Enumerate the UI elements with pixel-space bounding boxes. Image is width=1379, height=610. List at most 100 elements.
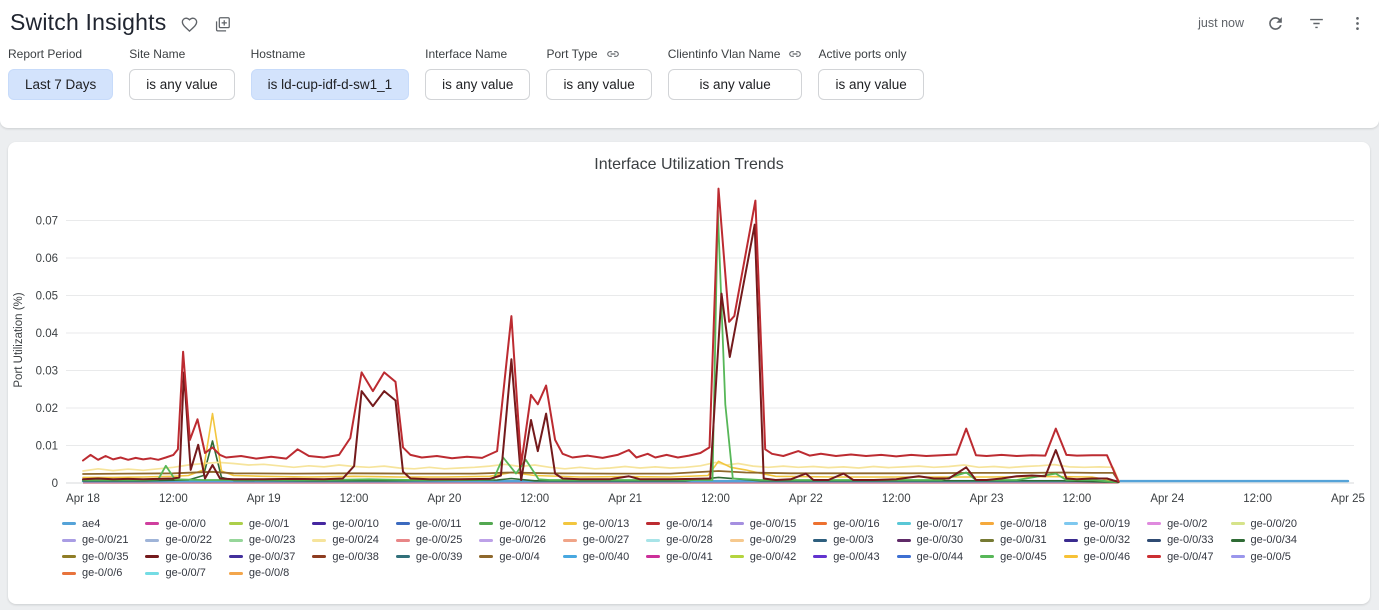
legend-item-ge-0-0-38[interactable]: ge-0/0/38 — [312, 549, 395, 565]
legend-item-ge-0-0-3[interactable]: ge-0/0/3 — [813, 533, 896, 549]
filter-chip-clientinfo-vlan-name[interactable]: is any value — [668, 69, 803, 100]
filter-label-text: Clientinfo Vlan Name — [668, 47, 781, 61]
legend-item-ge-0-0-26[interactable]: ge-0/0/26 — [479, 533, 562, 549]
legend-label: ge-0/0/44 — [917, 551, 963, 563]
legend-swatch — [980, 555, 994, 558]
legend-item-ge-0-0-30[interactable]: ge-0/0/30 — [897, 533, 980, 549]
legend-label: ge-0/0/13 — [583, 518, 629, 530]
legend-label: ge-0/0/23 — [249, 534, 295, 546]
filter-chip-active-ports-only[interactable]: is any value — [818, 69, 923, 100]
legend-label: ge-0/0/5 — [1251, 551, 1291, 563]
x-tick-label: Apr 19 — [247, 493, 281, 505]
legend-item-ae4[interactable]: ae4 — [62, 516, 145, 532]
legend-swatch — [563, 555, 577, 558]
legend-label: ge-0/0/42 — [750, 551, 796, 563]
legend-item-ge-0-0-24[interactable]: ge-0/0/24 — [312, 533, 395, 549]
legend-item-ge-0-0-46[interactable]: ge-0/0/46 — [1064, 549, 1147, 565]
legend-label: ge-0/0/32 — [1084, 534, 1130, 546]
legend-item-ge-0-0-45[interactable]: ge-0/0/45 — [980, 549, 1063, 565]
filter-chip-site-name[interactable]: is any value — [129, 69, 234, 100]
legend-item-ge-0-0-12[interactable]: ge-0/0/12 — [479, 516, 562, 532]
filter-chip-interface-name[interactable]: is any value — [425, 69, 530, 100]
legend-item-ge-0-0-21[interactable]: ge-0/0/21 — [62, 533, 145, 549]
utilization-chart[interactable]: 00.010.020.030.040.050.060.07Apr 1812:00… — [8, 180, 1370, 516]
legend-label: ge-0/0/0 — [165, 518, 205, 530]
legend-item-ge-0-0-15[interactable]: ge-0/0/15 — [730, 516, 813, 532]
filter-bar: Report PeriodLast 7 DaysSite Nameis any … — [0, 38, 1379, 100]
legend-item-ge-0-0-11[interactable]: ge-0/0/11 — [396, 516, 479, 532]
legend-item-ge-0-0-8[interactable]: ge-0/0/8 — [229, 566, 312, 582]
filter-active-ports-only: Active ports onlyis any value — [818, 46, 923, 100]
legend-item-ge-0-0-41[interactable]: ge-0/0/41 — [646, 549, 729, 565]
filter-chip-port-type[interactable]: is any value — [546, 69, 651, 100]
legend-label: ge-0/0/29 — [750, 534, 796, 546]
x-tick-label: Apr 18 — [66, 493, 100, 505]
legend-item-ge-0-0-18[interactable]: ge-0/0/18 — [980, 516, 1063, 532]
legend-item-ge-0-0-5[interactable]: ge-0/0/5 — [1231, 549, 1314, 565]
legend-swatch — [1231, 522, 1245, 525]
legend-item-ge-0-0-2[interactable]: ge-0/0/2 — [1147, 516, 1230, 532]
favorite-icon[interactable] — [180, 15, 199, 34]
filter-site-name: Site Nameis any value — [129, 46, 234, 100]
legend-item-ge-0-0-29[interactable]: ge-0/0/29 — [730, 533, 813, 549]
legend-item-ge-0-0-47[interactable]: ge-0/0/47 — [1147, 549, 1230, 565]
legend-item-ge-0-0-19[interactable]: ge-0/0/19 — [1064, 516, 1147, 532]
legend-swatch — [479, 522, 493, 525]
legend-item-ge-0-0-34[interactable]: ge-0/0/34 — [1231, 533, 1314, 549]
legend-item-ge-0-0-35[interactable]: ge-0/0/35 — [62, 549, 145, 565]
legend-item-ge-0-0-42[interactable]: ge-0/0/42 — [730, 549, 813, 565]
legend-label: ge-0/0/46 — [1084, 551, 1130, 563]
legend-item-ge-0-0-27[interactable]: ge-0/0/27 — [563, 533, 646, 549]
x-tick-label: Apr 23 — [970, 493, 1004, 505]
chart-legend: ae4 ge-0/0/0 ge-0/0/1 ge-0/0/10 ge-0/0/11 ge-… — [62, 516, 1314, 581]
more-vert-icon[interactable] — [1348, 14, 1367, 33]
legend-item-ge-0-0-17[interactable]: ge-0/0/17 — [897, 516, 980, 532]
legend-item-ge-0-0-32[interactable]: ge-0/0/32 — [1064, 533, 1147, 549]
legend-item-ge-0-0-40[interactable]: ge-0/0/40 — [563, 549, 646, 565]
legend-swatch — [1147, 539, 1161, 542]
legend-label: ge-0/0/39 — [416, 551, 462, 563]
legend-item-ge-0-0-6[interactable]: ge-0/0/6 — [62, 566, 145, 582]
filter-chip-report-period[interactable]: Last 7 Days — [8, 69, 113, 100]
legend-item-ge-0-0-7[interactable]: ge-0/0/7 — [145, 566, 228, 582]
legend-item-ge-0-0-25[interactable]: ge-0/0/25 — [396, 533, 479, 549]
legend-item-ge-0-0-14[interactable]: ge-0/0/14 — [646, 516, 729, 532]
legend-swatch — [145, 539, 159, 542]
filter-chip-hostname[interactable]: is ld-cup-idf-d-sw1_1 — [251, 69, 410, 100]
legend-label: ge-0/0/10 — [332, 518, 378, 530]
legend-item-ge-0-0-44[interactable]: ge-0/0/44 — [897, 549, 980, 565]
legend-item-ge-0-0-1[interactable]: ge-0/0/1 — [229, 516, 312, 532]
legend-item-ge-0-0-0[interactable]: ge-0/0/0 — [145, 516, 228, 532]
legend-item-ge-0-0-39[interactable]: ge-0/0/39 — [396, 549, 479, 565]
y-axis-title: Port Utilization (%) — [13, 292, 25, 387]
filter-list-icon[interactable] — [1307, 14, 1326, 33]
legend-swatch — [1231, 539, 1245, 542]
filter-label-port-type: Port Type — [546, 46, 651, 62]
legend-swatch — [646, 522, 660, 525]
legend-item-ge-0-0-36[interactable]: ge-0/0/36 — [145, 549, 228, 565]
legend-swatch — [730, 539, 744, 542]
x-tick-label: 12:00 — [159, 493, 188, 505]
x-tick-label: 12:00 — [520, 493, 549, 505]
legend-item-ge-0-0-16[interactable]: ge-0/0/16 — [813, 516, 896, 532]
legend-item-ge-0-0-28[interactable]: ge-0/0/28 — [646, 533, 729, 549]
legend-item-ge-0-0-10[interactable]: ge-0/0/10 — [312, 516, 395, 532]
legend-swatch — [396, 539, 410, 542]
legend-item-ge-0-0-13[interactable]: ge-0/0/13 — [563, 516, 646, 532]
legend-item-ge-0-0-37[interactable]: ge-0/0/37 — [229, 549, 312, 565]
legend-item-ge-0-0-43[interactable]: ge-0/0/43 — [813, 549, 896, 565]
legend-label: ge-0/0/11 — [416, 518, 462, 530]
legend-item-ge-0-0-31[interactable]: ge-0/0/31 — [980, 533, 1063, 549]
copy-dashboard-icon[interactable] — [213, 15, 232, 34]
filter-interface-name: Interface Nameis any value — [425, 46, 530, 100]
refresh-icon[interactable] — [1266, 14, 1285, 33]
legend-swatch — [312, 555, 326, 558]
legend-label: ge-0/0/24 — [332, 534, 378, 546]
legend-item-ge-0-0-23[interactable]: ge-0/0/23 — [229, 533, 312, 549]
filter-clientinfo-vlan-name: Clientinfo Vlan Name is any value — [668, 46, 803, 100]
legend-item-ge-0-0-22[interactable]: ge-0/0/22 — [145, 533, 228, 549]
legend-item-ge-0-0-33[interactable]: ge-0/0/33 — [1147, 533, 1230, 549]
y-tick-label: 0.04 — [36, 328, 59, 340]
legend-item-ge-0-0-4[interactable]: ge-0/0/4 — [479, 549, 562, 565]
legend-item-ge-0-0-20[interactable]: ge-0/0/20 — [1231, 516, 1314, 532]
